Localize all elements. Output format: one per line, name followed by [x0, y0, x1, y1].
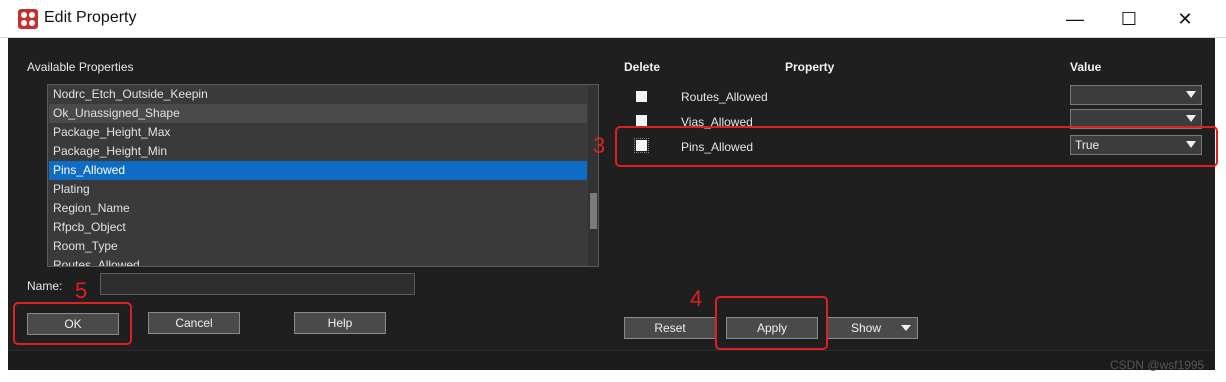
app-logo-icon: [18, 9, 38, 29]
show-label: Show: [851, 321, 882, 335]
delete-column-header: Delete: [624, 60, 661, 74]
list-item[interactable]: Rfpcb_Object: [49, 218, 587, 237]
property-name: Routes_Allowed: [681, 90, 768, 104]
help-button[interactable]: Help: [294, 312, 386, 334]
dropdown-arrow-icon: [1186, 91, 1196, 98]
list-item[interactable]: Region_Name: [49, 199, 587, 218]
list-item[interactable]: Nodrc_Etch_Outside_Keepin: [49, 85, 587, 104]
dropdown-arrow-icon: [901, 325, 911, 331]
list-item[interactable]: Ok_Unassigned_Shape: [49, 104, 587, 123]
list-item[interactable]: Room_Type: [49, 237, 587, 256]
delete-checkbox[interactable]: [636, 115, 647, 126]
name-input[interactable]: [100, 273, 415, 295]
available-properties-label: Available Properties: [27, 60, 134, 74]
watermark: CSDN @wsf1995: [1110, 358, 1205, 372]
scroll-thumb[interactable]: [590, 193, 597, 229]
list-item[interactable]: Package_Height_Max: [49, 123, 587, 142]
status-strip: [8, 350, 1215, 370]
window-frame: [0, 38, 8, 382]
show-button[interactable]: Show: [826, 317, 918, 339]
window-frame-bottom: [0, 370, 1226, 382]
name-label: Name:: [27, 279, 63, 293]
list-item-selected[interactable]: Pins_Allowed: [49, 161, 587, 180]
window-title: Edit Property: [44, 9, 137, 26]
delete-checkbox[interactable]: [636, 91, 647, 102]
maximize-button[interactable]: ☐: [1104, 0, 1154, 38]
annotation-number-3: 3: [593, 133, 606, 158]
reset-button[interactable]: Reset: [624, 317, 716, 339]
property-column-header: Property: [785, 60, 835, 74]
title-bar: Edit Property — ☐ ✕: [0, 0, 1226, 38]
dropdown-arrow-icon: [1186, 115, 1196, 122]
available-properties-list[interactable]: Nodrc_Etch_Outside_Keepin Ok_Unassigned_…: [47, 84, 599, 267]
annotation-box-5: [13, 302, 132, 345]
annotation-box-3: [615, 126, 1218, 167]
annotation-box-4: [715, 296, 828, 350]
cancel-button[interactable]: Cancel: [148, 312, 240, 334]
minimize-button[interactable]: —: [1050, 0, 1100, 38]
value-dropdown[interactable]: [1070, 85, 1202, 105]
list-item[interactable]: Package_Height_Min: [49, 142, 587, 161]
list-item[interactable]: Routes_Allowed: [49, 256, 587, 266]
list-scrollbar[interactable]: [588, 85, 598, 266]
value-column-header: Value: [1070, 60, 1102, 74]
annotation-number-4: 4: [690, 286, 703, 311]
list-item[interactable]: Plating: [49, 180, 587, 199]
annotation-number-5: 5: [75, 278, 88, 303]
close-button[interactable]: ✕: [1160, 0, 1210, 38]
